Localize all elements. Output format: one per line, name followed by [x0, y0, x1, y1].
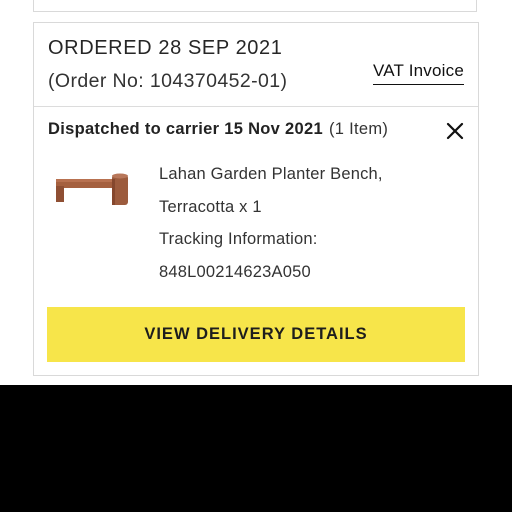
product-name-line1: Lahan Garden Planter Bench, [159, 165, 383, 183]
divider [34, 106, 478, 107]
order-number: (Order No: 104370452-01) [48, 70, 288, 92]
product-info: Lahan Garden Planter Bench, Terracotta x… [159, 158, 459, 288]
product-name-line2: Terracotta x 1 [159, 197, 262, 216]
order-card: ORDERED 28 SEP 2021 (Order No: 104370452… [33, 22, 479, 376]
dispatch-status: Dispatched to carrier 15 Nov 2021 [48, 120, 323, 138]
dispatch-status-line: Dispatched to carrier 15 Nov 2021 (1 Item… [48, 120, 388, 139]
item-count: (1 Item) [328, 120, 389, 138]
tracking-label: Tracking Information: [159, 230, 318, 248]
close-icon[interactable] [444, 120, 466, 142]
vat-invoice-link[interactable]: VAT Invoice [372, 61, 464, 85]
planter-bench-image[interactable] [50, 169, 132, 213]
tracking-number[interactable]: 848L00214623A050 [159, 256, 459, 289]
previous-card-edge [33, 0, 477, 12]
black-bottom-area [0, 385, 512, 512]
view-delivery-details-button[interactable]: VIEW DELIVERY DETAILS [47, 307, 465, 362]
order-date-title: ORDERED 28 SEP 2021 [48, 37, 283, 59]
